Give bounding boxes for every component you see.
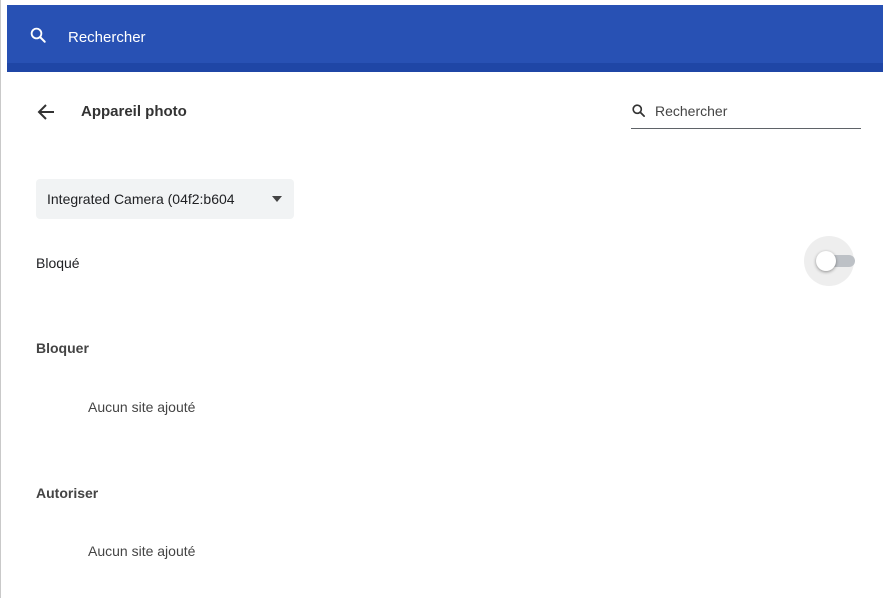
site-search-input[interactable] bbox=[655, 100, 855, 122]
search-icon bbox=[632, 104, 645, 117]
camera-device-selected: Integrated Camera (04f2:b604 bbox=[47, 191, 235, 207]
blocked-toggle[interactable] bbox=[816, 251, 858, 271]
dropdown-caret-icon bbox=[272, 196, 282, 202]
block-empty-text: Aucun site ajouté bbox=[88, 399, 196, 415]
toggle-knob bbox=[816, 251, 836, 271]
block-section-title: Bloquer bbox=[36, 340, 89, 356]
page-title: Appareil photo bbox=[81, 103, 187, 120]
page-header: Appareil photo bbox=[1, 90, 883, 134]
settings-window: Rechercher Appareil photo Integrated Cam… bbox=[0, 0, 883, 598]
camera-device-dropdown[interactable]: Integrated Camera (04f2:b604 bbox=[36, 179, 294, 219]
allow-empty-text: Aucun site ajouté bbox=[88, 543, 196, 559]
top-bar-shadow-strip bbox=[7, 63, 883, 72]
allow-section-title: Autoriser bbox=[36, 485, 99, 501]
back-arrow-icon[interactable] bbox=[37, 104, 55, 120]
site-search-field[interactable] bbox=[631, 100, 861, 129]
search-icon bbox=[30, 27, 46, 43]
blocked-setting-label: Bloqué bbox=[36, 255, 80, 271]
top-search-bar[interactable]: Rechercher bbox=[7, 5, 883, 63]
top-search-label[interactable]: Rechercher bbox=[68, 29, 146, 46]
